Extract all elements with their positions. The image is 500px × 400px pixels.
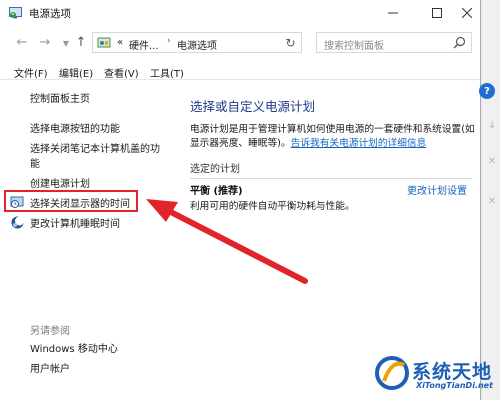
minimize-button[interactable] [376,0,410,26]
minimize-icon [388,12,398,14]
sidebar-item-lid-close[interactable]: 选择关闭笔记本计算机盖的功 [30,142,160,157]
refresh-button[interactable]: ↻ [280,32,302,53]
menu-tools[interactable]: 工具(T) [150,65,184,80]
back-arrow-icon: ← [16,34,28,50]
forward-button[interactable]: → [37,34,53,50]
search-input[interactable]: 搜索控制面板 [316,32,472,53]
plan-name: 平衡 (推荐) [190,186,243,197]
sidebar-item-control-panel-home[interactable]: 控制面板主页 [30,92,90,107]
chevron-down-icon: ▼ [62,38,70,48]
watermark: 系统天地 XiTongTianDi.net [374,355,496,395]
see-also-heading: 另请参阅 [30,326,70,337]
help-button[interactable]: ? [479,83,495,99]
navigation-bar: ← → ▼ ↑ « 硬件... › 电源选项 ▼ ↻ 搜索控制面板 [0,30,480,56]
background-glyph: ✕ [488,156,497,167]
watermark-cn-text: 系统天地 [412,361,493,383]
menu-bar: 文件(F) 编辑(E) 查看(V) 工具(T) [0,62,480,80]
power-options-icon [9,7,22,19]
description-line-2: 显示器亮度、睡眠等)。 [190,138,291,149]
search-placeholder: 搜索控制面板 [324,41,384,52]
selected-plan-header: 选定的计划 [190,160,472,179]
watermark-logo [375,356,409,390]
sidebar-item-power-buttons[interactable]: 选择电源按钮的功能 [30,122,120,137]
back-button[interactable]: ← [14,34,30,50]
power-options-window: 电源选项 ← → ▼ ↑ « 硬件... › 电源选项 ▼ ↻ [0,0,481,400]
highlight-box [4,190,138,212]
watermark-en-text: XiTongTianDi.net [416,381,493,390]
menu-view[interactable]: 查看(V) [104,65,139,80]
address-bar[interactable]: « 硬件... › 电源选项 ▼ [92,32,302,53]
sidebar-item-sleep-time[interactable]: 更改计算机睡眠时间 [30,217,120,232]
close-icon [462,8,472,18]
see-also-mobility-center[interactable]: Windows 移动中心 [30,342,118,357]
background-glyph: ✕ [488,196,497,207]
plan-description: 利用可用的硬件自动平衡功耗与性能。 [190,201,355,212]
help-icon: ? [484,85,490,97]
search-icon [453,36,466,49]
window-title: 电源选项 [29,8,71,20]
maximize-icon [432,8,442,18]
forward-arrow-icon: → [39,34,51,50]
change-plan-settings-link[interactable]: 更改计划设置 [407,182,467,197]
breadcrumb-back-chevron[interactable]: « [117,37,123,48]
close-button[interactable] [450,0,480,26]
menu-edit[interactable]: 编辑(E) [59,65,93,80]
refresh-icon: ↻ [285,35,296,50]
control-panel-icon [97,37,111,48]
left-navigation-pane: 控制面板主页 选择电源按钮的功能 选择关闭笔记本计算机盖的功 能 创建电源计划 … [0,82,168,400]
description-line-1: 电源计划是用于管理计算机如何使用电源的一套硬件和系统设置(如 [190,124,475,135]
page-title: 选择或自定义电源计划 [190,99,316,114]
sidebar-item-lid-close-continued[interactable]: 能 [30,157,40,172]
see-also-user-accounts[interactable]: 用户帐户 [30,362,70,377]
breadcrumb-hardware[interactable]: 硬件... [129,37,159,52]
maximize-button[interactable] [420,0,454,26]
recent-locations-button[interactable]: ▼ [58,35,74,51]
up-arrow-icon: ↑ [75,34,87,50]
background-glyph: ↓ [488,120,497,131]
menu-file[interactable]: 文件(F) [14,65,48,80]
up-button[interactable]: ↑ [73,34,89,50]
breadcrumb-power-options[interactable]: 电源选项 [177,37,217,52]
sleep-moon-icon [11,216,24,229]
plan-description-text: 电源计划是用于管理计算机如何使用电源的一套硬件和系统设置(如 显示器亮度、睡眠等… [190,123,480,151]
title-bar[interactable]: 电源选项 [0,0,480,26]
learn-more-link[interactable]: 告诉我有关电源计划的详细信息 [291,138,427,149]
breadcrumb-separator-icon[interactable]: › [167,36,171,46]
